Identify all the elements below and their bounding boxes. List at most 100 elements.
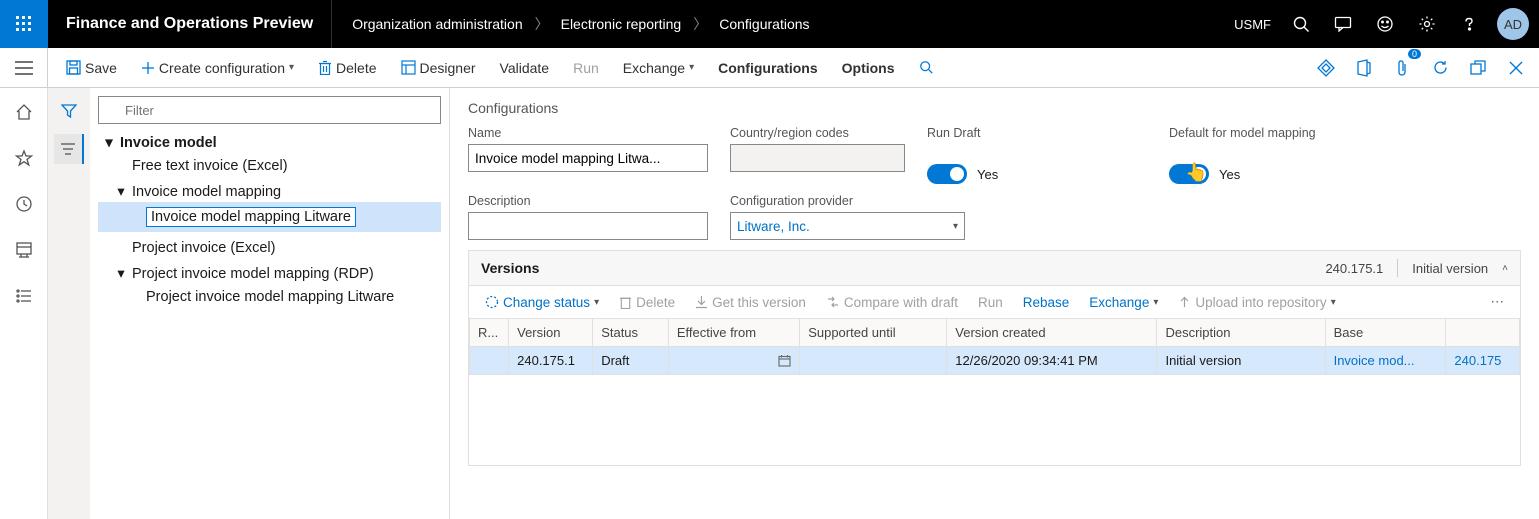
- field-description: Description: [468, 194, 708, 240]
- field-country: Country/region codes: [730, 126, 905, 184]
- user-avatar[interactable]: AD: [1497, 8, 1529, 40]
- app-launcher-button[interactable]: [0, 0, 48, 48]
- grid-row[interactable]: 240.175.1 Draft 12/26/2020 09:34:41 PM I…: [470, 347, 1520, 375]
- tree-node-project-excel[interactable]: Project invoice (Excel): [98, 235, 441, 261]
- change-status-icon: [485, 295, 499, 309]
- exchange-button[interactable]: Exchange ▾: [613, 56, 704, 80]
- nav-expand-button[interactable]: [0, 48, 48, 87]
- upload-repo-button[interactable]: Upload into repository ▾: [1172, 293, 1341, 312]
- office-button[interactable]: [1347, 51, 1381, 85]
- version-run-button[interactable]: Run: [972, 293, 1009, 312]
- exchange-label: Exchange: [623, 60, 685, 76]
- label-default-mapping: Default for model mapping: [1169, 126, 1409, 140]
- options-button[interactable]: Options: [832, 56, 905, 80]
- filter-lines-button[interactable]: [54, 134, 84, 164]
- create-configuration-button[interactable]: Create configuration ▾: [131, 56, 304, 80]
- col-status[interactable]: Status: [593, 319, 669, 347]
- close-button[interactable]: [1499, 51, 1533, 85]
- label-country: Country/region codes: [730, 126, 905, 140]
- tree-node-label: Invoice model mapping Litware: [146, 207, 356, 227]
- messages-button[interactable]: [1323, 0, 1363, 48]
- get-version-button[interactable]: Get this version: [689, 293, 812, 312]
- nav-favorites-button[interactable]: [6, 140, 42, 176]
- tree-filter-input[interactable]: [98, 96, 441, 124]
- save-label: Save: [85, 60, 117, 76]
- settings-button[interactable]: [1407, 0, 1447, 48]
- attachments-button[interactable]: 0: [1385, 51, 1419, 85]
- tree-node-free-text[interactable]: Free text invoice (Excel): [98, 153, 441, 179]
- toggle-run-draft-value: Yes: [977, 167, 998, 182]
- field-run-draft: Run Draft Yes: [927, 126, 1147, 184]
- cursor-hand-icon: 👆: [1185, 162, 1207, 183]
- trash-icon: [619, 295, 632, 309]
- input-country[interactable]: [730, 144, 905, 172]
- toggle-run-draft[interactable]: [927, 164, 967, 184]
- version-more-button[interactable]: ⋯: [1485, 292, 1511, 312]
- filter-funnel-button[interactable]: [54, 96, 84, 126]
- tree-node-imm-litware[interactable]: Invoice model mapping Litware: [98, 202, 441, 232]
- cell-base-ver[interactable]: 240.175: [1446, 347, 1520, 375]
- col-description[interactable]: Description: [1157, 319, 1325, 347]
- breadcrumb-item[interactable]: Configurations: [719, 16, 809, 32]
- version-exchange-button[interactable]: Exchange ▾: [1083, 293, 1164, 312]
- company-picker[interactable]: USMF: [1226, 17, 1279, 32]
- validate-button[interactable]: Validate: [490, 56, 560, 80]
- label-name: Name: [468, 126, 708, 140]
- configurations-button[interactable]: Configurations: [708, 56, 828, 80]
- page-search-button[interactable]: [909, 56, 944, 79]
- form-row-2: Description Configuration provider Litwa…: [468, 194, 1521, 240]
- feedback-button[interactable]: [1365, 0, 1405, 48]
- delete-button[interactable]: Delete: [308, 56, 386, 80]
- col-supported[interactable]: Supported until: [800, 319, 947, 347]
- versions-title: Versions: [481, 260, 539, 276]
- run-button[interactable]: Run: [563, 56, 609, 80]
- breadcrumb-item[interactable]: Electronic reporting: [561, 16, 682, 32]
- cell-effective[interactable]: [668, 347, 799, 375]
- calendar-icon[interactable]: [778, 354, 791, 367]
- col-created[interactable]: Version created: [947, 319, 1157, 347]
- chevron-up-icon[interactable]: ˄: [1502, 263, 1508, 274]
- label-provider: Configuration provider: [730, 194, 965, 208]
- nav-modules-button[interactable]: [6, 278, 42, 314]
- tree-node-project-rdp[interactable]: ▾Project invoice model mapping (RDP) Pro…: [98, 261, 441, 313]
- nav-recent-button[interactable]: [6, 186, 42, 222]
- nav-workspaces-button[interactable]: [6, 232, 42, 268]
- search-button[interactable]: [1281, 0, 1321, 48]
- breadcrumb-item[interactable]: Organization administration: [352, 16, 522, 32]
- col-base[interactable]: Base: [1325, 319, 1446, 347]
- cell-supported: [800, 347, 947, 375]
- global-params-button[interactable]: [1309, 51, 1343, 85]
- compare-draft-button[interactable]: Compare with draft: [820, 293, 964, 312]
- input-description[interactable]: [468, 212, 708, 240]
- hamburger-icon: [15, 61, 33, 75]
- cell-status: Draft: [593, 347, 669, 375]
- refresh-button[interactable]: [1423, 51, 1457, 85]
- change-status-button[interactable]: Change status ▾: [479, 293, 605, 312]
- col-version[interactable]: Version: [509, 319, 593, 347]
- clock-icon: [15, 195, 33, 213]
- tree-node-imm[interactable]: ▾Invoice model mapping Invoice model map…: [98, 179, 441, 235]
- tree-node-label: Invoice model mapping: [132, 184, 281, 200]
- popout-button[interactable]: [1461, 51, 1495, 85]
- chevron-down-icon: ▾: [689, 62, 694, 73]
- attachment-icon: [1394, 59, 1410, 77]
- designer-button[interactable]: Designer: [391, 56, 486, 80]
- col-base-ver[interactable]: [1446, 319, 1520, 347]
- tree-node-project-rdp-litware[interactable]: Project invoice model mapping Litware: [98, 284, 441, 310]
- dropdown-provider[interactable]: Litware, Inc. ▾: [730, 212, 965, 240]
- help-button[interactable]: [1449, 0, 1489, 48]
- col-r[interactable]: R...: [470, 319, 509, 347]
- cell-base-name[interactable]: Invoice mod...: [1325, 347, 1446, 375]
- version-delete-button[interactable]: Delete: [613, 293, 681, 312]
- nav-home-button[interactable]: [6, 94, 42, 130]
- options-label: Options: [842, 60, 895, 76]
- rebase-label: Rebase: [1023, 295, 1070, 310]
- input-name[interactable]: [468, 144, 708, 172]
- versions-header[interactable]: Versions 240.175.1 Initial version ˄: [468, 250, 1521, 286]
- versions-header-desc: Initial version: [1412, 261, 1488, 276]
- rebase-button[interactable]: Rebase: [1017, 293, 1076, 312]
- tree-node-root[interactable]: ▾Invoice model Free text invoice (Excel)…: [98, 130, 441, 316]
- col-effective[interactable]: Effective from: [668, 319, 799, 347]
- versions-grid: R... Version Status Effective from Suppo…: [468, 318, 1521, 466]
- save-button[interactable]: Save: [56, 56, 127, 80]
